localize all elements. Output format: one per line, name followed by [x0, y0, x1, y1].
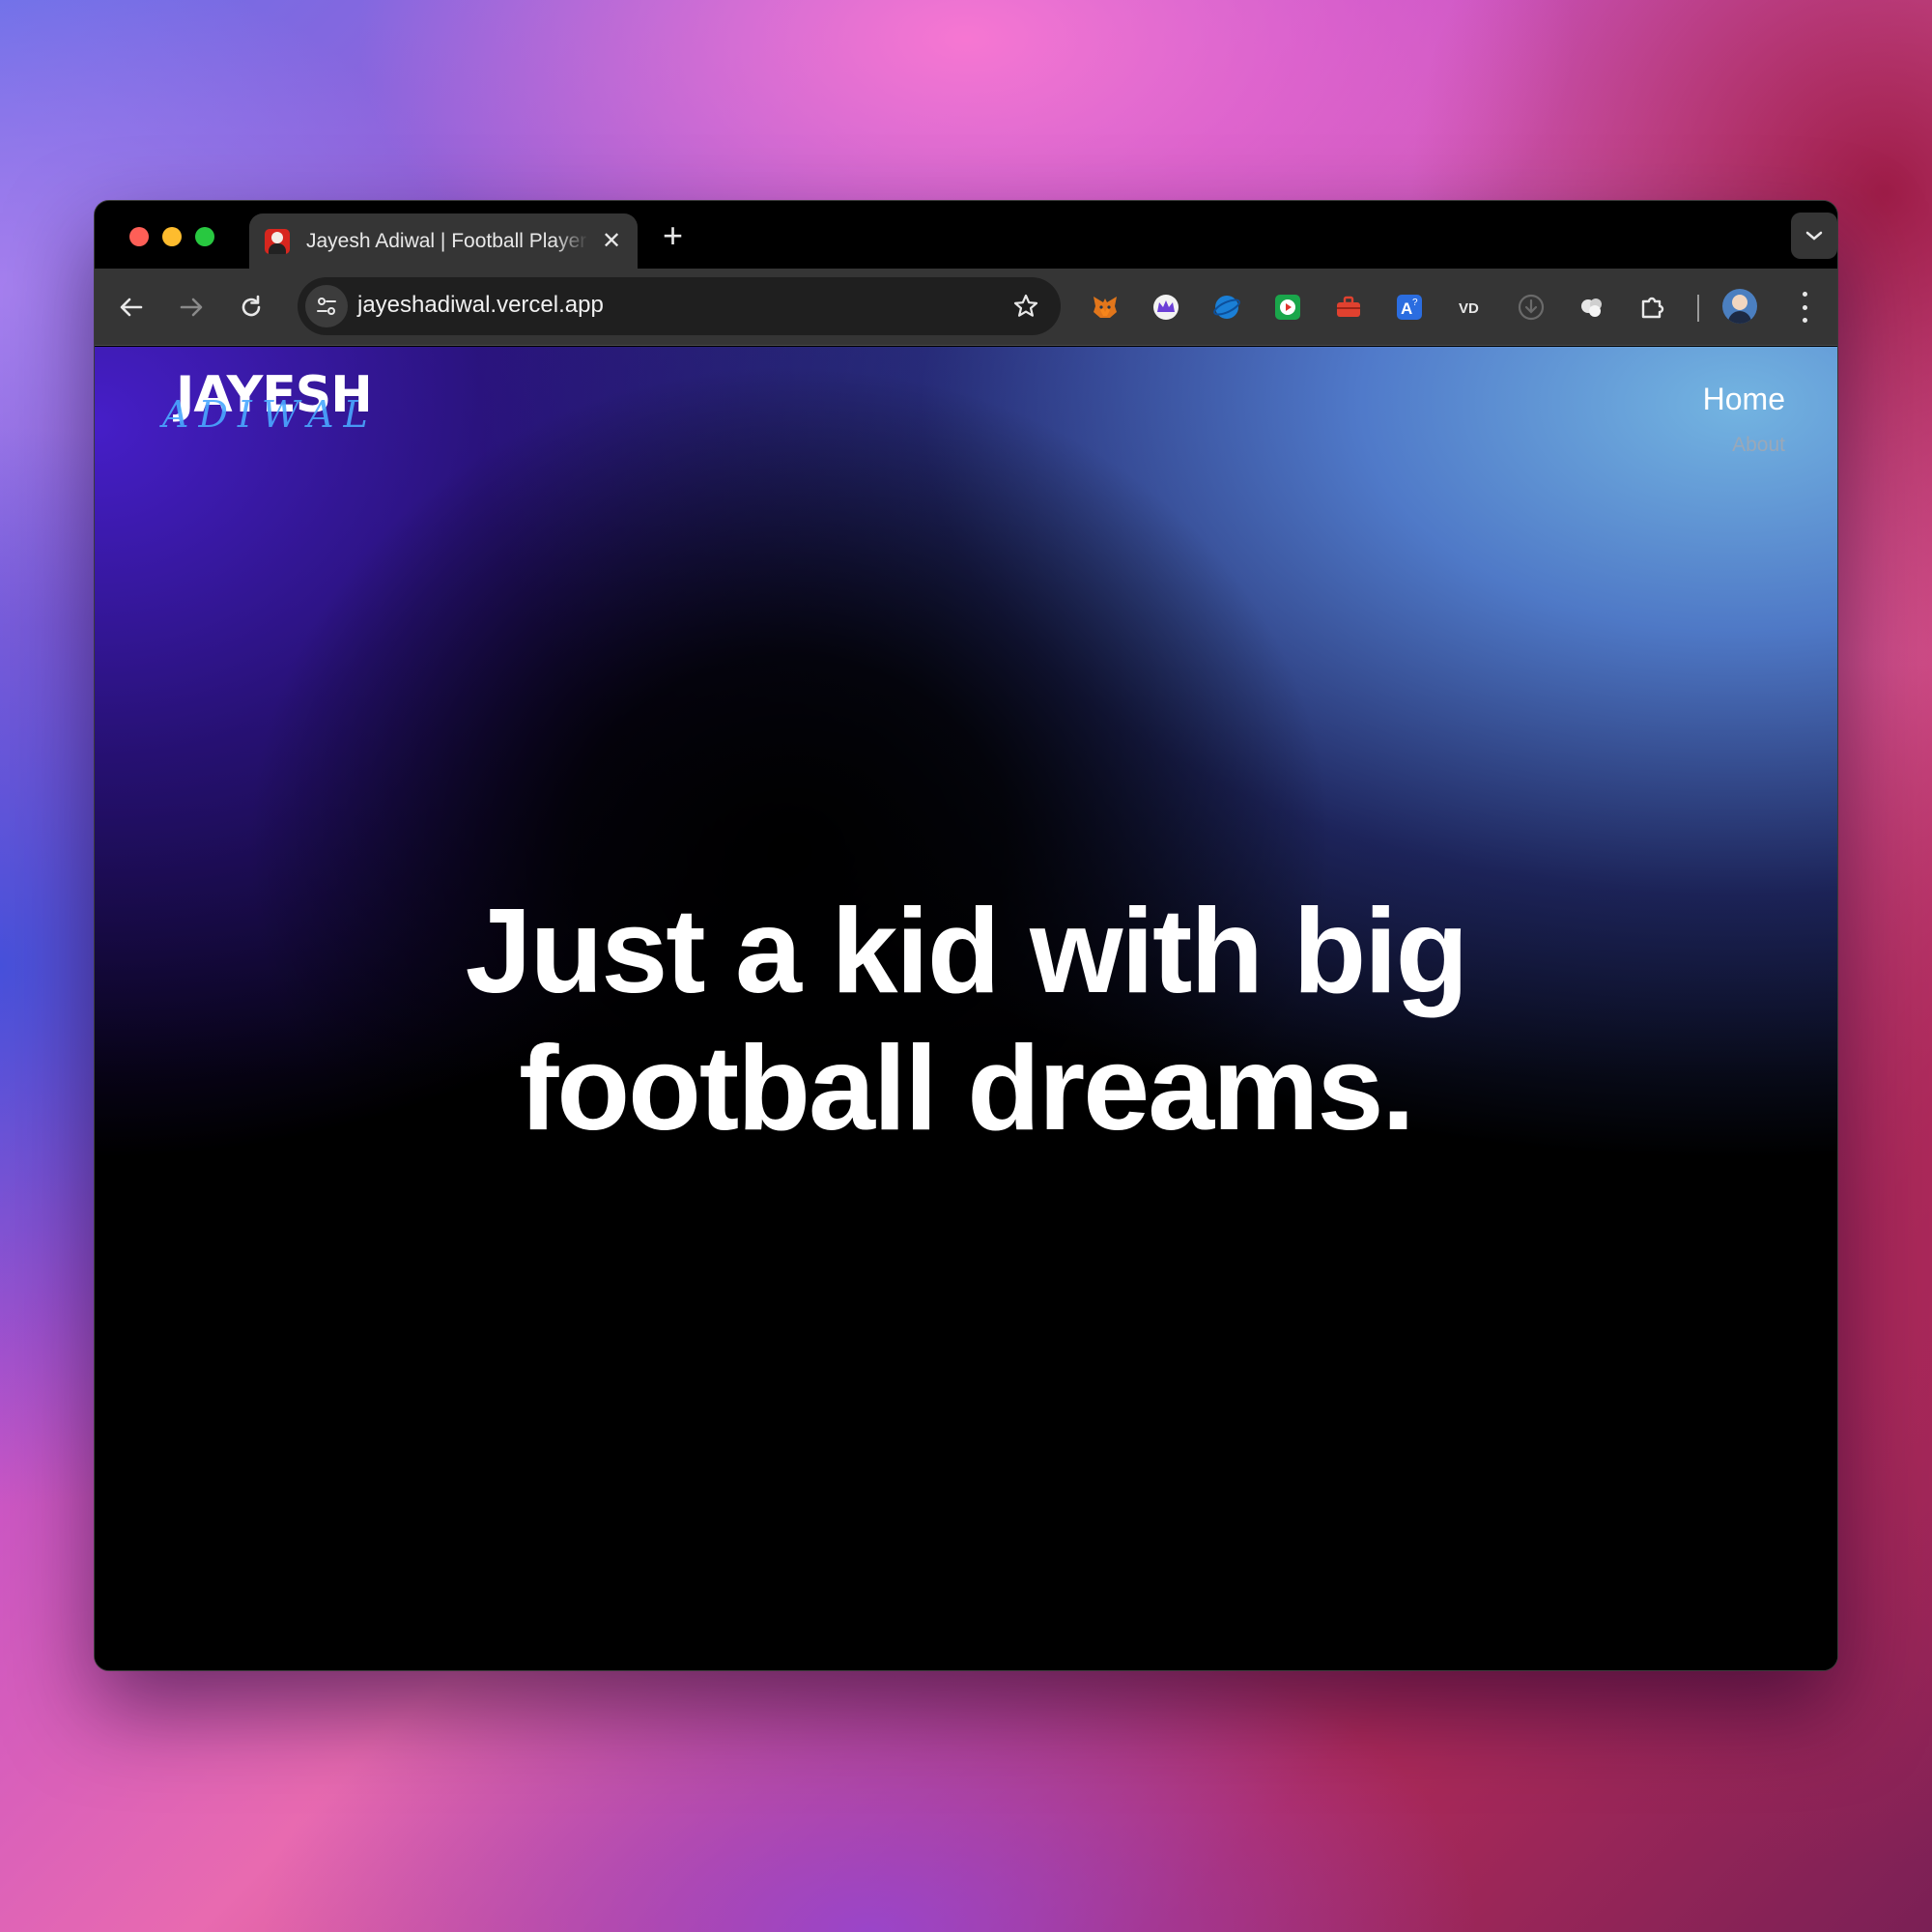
- arrow-right-icon: [180, 298, 203, 317]
- nav-about-link[interactable]: About: [1732, 434, 1785, 457]
- tab-strip: Jayesh Adiwal | Football Player ✕ +: [95, 201, 1837, 269]
- window-controls: [129, 227, 214, 246]
- nav-home-link[interactable]: Home: [1703, 382, 1785, 417]
- page-viewport: JAYESH ADIWAL Home About Just a kid with…: [95, 347, 1837, 1670]
- reload-icon: [242, 295, 261, 317]
- kebab-menu-icon[interactable]: [1799, 292, 1810, 323]
- tab-title: Jayesh Adiwal | Football Player: [306, 229, 587, 252]
- grey-download-extension-icon[interactable]: [1516, 292, 1547, 323]
- back-button[interactable]: [114, 290, 149, 325]
- metamask-fox-icon[interactable]: [1090, 292, 1121, 323]
- toolbar-divider: [1697, 295, 1699, 322]
- white-cloud-extension-icon[interactable]: [1577, 292, 1607, 323]
- bookmark-button[interactable]: [1012, 293, 1039, 325]
- red-toolbox-extension-icon[interactable]: [1333, 292, 1364, 323]
- reload-button[interactable]: [234, 290, 269, 325]
- minimize-window-button[interactable]: [162, 227, 182, 246]
- hero-line-2: football dreams.: [519, 1022, 1415, 1155]
- maximize-window-button[interactable]: [195, 227, 214, 246]
- toolbar: jayeshadiwal.vercel.app A ? VD: [95, 269, 1837, 346]
- site-logo[interactable]: JAYESH ADIWAL: [162, 366, 394, 453]
- close-icon[interactable]: ✕: [602, 229, 621, 253]
- logo-signature: ADIWAL: [162, 393, 378, 436]
- blue-translate-extension-icon[interactable]: A ?: [1394, 292, 1425, 323]
- url-text[interactable]: jayeshadiwal.vercel.app: [357, 292, 604, 319]
- svg-text:A: A: [1401, 299, 1412, 318]
- star-icon: [1013, 294, 1038, 317]
- favicon-icon: [265, 228, 290, 254]
- svg-text:?: ?: [1412, 298, 1418, 308]
- hero-line-1: Just a kid with big: [465, 885, 1469, 1018]
- green-play-extension-icon[interactable]: [1272, 292, 1303, 323]
- arrow-left-icon: [120, 298, 143, 317]
- close-window-button[interactable]: [129, 227, 149, 246]
- site-info-button[interactable]: [305, 285, 348, 327]
- blue-orb-extension-icon[interactable]: [1211, 292, 1242, 323]
- vd-extension-icon[interactable]: VD: [1455, 292, 1486, 323]
- svg-text:VD: VD: [1459, 300, 1479, 317]
- tab-active[interactable]: Jayesh Adiwal | Football Player ✕: [249, 213, 638, 269]
- chevron-down-icon: [1805, 231, 1823, 241]
- crown-extension-icon[interactable]: [1151, 292, 1181, 323]
- hero-headline: Just a kid with big football dreams.: [95, 883, 1837, 1157]
- puzzle-piece-icon[interactable]: [1637, 292, 1668, 323]
- profile-avatar-icon[interactable]: [1722, 289, 1757, 324]
- tune-icon: [317, 298, 336, 315]
- address-bar[interactable]: jayeshadiwal.vercel.app: [298, 277, 1061, 335]
- plus-icon[interactable]: +: [663, 218, 683, 253]
- forward-button[interactable]: [174, 290, 209, 325]
- browser-window: Jayesh Adiwal | Football Player ✕ + jaye…: [94, 200, 1838, 1671]
- tab-search-button[interactable]: [1791, 213, 1837, 259]
